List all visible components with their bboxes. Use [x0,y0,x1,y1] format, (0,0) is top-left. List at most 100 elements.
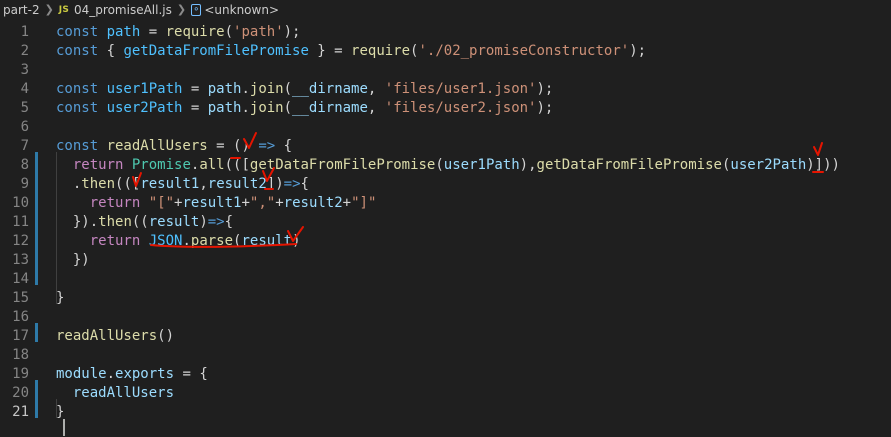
code-token: { [275,138,293,154]
line-number: 16 [12,309,29,325]
line-number: 6 [20,119,29,135]
line-number: 9 [20,176,29,192]
code-line[interactable]: 9 .then(([result1,result2])=>{ [0,175,891,194]
code-token: , [367,81,385,97]
code-token: } [56,404,65,420]
code-token: . [182,233,191,249]
code-token: path [207,81,242,97]
code-token: + [342,195,352,211]
code-line[interactable]: 16 [0,308,891,327]
code-line[interactable]: 4 const user1Path = path.join(__dirname, … [0,80,891,99]
code-editor[interactable]: 21} 20 readAllUsers 19 module.exports = {18… [0,19,891,437]
code-token: "[" [148,195,175,211]
code-token: JSON [148,233,183,249]
code-token: 'files/user2.json' [384,100,537,116]
code-token: result [148,214,200,230]
code-line[interactable]: 17 readAllUsers() [0,327,891,346]
line-number: 14 [12,271,29,287]
code-line[interactable]: 8 return Promise.all(([getDataFromFilePr… [0,156,891,175]
code-line[interactable]: 5 const user2Path = path.join(__dirname, … [0,99,891,118]
code-token: result [241,233,293,249]
code-text: module.exports = { [56,365,208,384]
code-token: join [249,81,284,97]
line-number: 8 [20,157,29,173]
code-token: readAllUsers [72,385,175,401]
code-token: readAllUsers [56,328,158,344]
code-token: ), [519,157,537,173]
code-text: return "["+result1+","+result2+"]" [56,194,377,213]
code-text: }).then((result)=>{ [56,213,233,232]
code-line[interactable]: 11 }).then((result)=>{ [0,213,891,232]
code-token: { [106,43,124,59]
code-token: module [56,366,107,382]
code-token: 'files/user1.json' [384,81,537,97]
code-token: )])) [806,157,840,173]
code-token: }) [56,252,90,268]
code-line[interactable]: 3 [0,61,891,80]
code-line[interactable]: 13 }) [0,251,891,270]
code-token: ( [283,81,293,97]
indent-guide [56,399,57,418]
code-token: const [56,43,107,59]
chevron-right-icon: ❯ [44,3,54,16]
code-line[interactable]: 14 [0,270,891,289]
code-token: all [199,157,225,173]
code-token: => [258,138,276,154]
code-token: const [56,138,107,154]
code-token: require [165,24,225,40]
code-token: { [224,214,234,230]
code-token: . [56,176,82,192]
code-line[interactable]: 6 [0,118,891,137]
code-token: readAllUsers [106,138,208,154]
code-token: user1Path [443,157,520,173]
code-token: } = [308,43,352,59]
code-token: getDataFromFilePromise [123,43,309,59]
code-token: }). [56,214,99,230]
code-token: ( [435,157,444,173]
code-token: ( [224,24,234,40]
code-text: readAllUsers() [56,327,174,346]
code-line[interactable]: 18 [0,346,891,365]
code-token: const [56,24,107,40]
code-text: return Promise.all(([getDataFromFileProm… [56,156,840,175]
code-token: ]) [266,176,284,192]
code-line[interactable]: 10 return "["+result1+","+result2+"]" [0,194,891,213]
code-token: const [56,81,107,97]
code-line[interactable]: 19 module.exports = { [0,365,891,384]
code-token: ); [283,24,301,40]
code-line[interactable]: 2 const { getDataFromFilePromise } = requ… [0,42,891,61]
line-number: 12 [12,233,29,249]
code-token: return [89,195,149,211]
code-token: = [140,24,166,40]
code-token: . [241,81,250,97]
code-token: join [249,100,284,116]
code-line[interactable]: 12 return JSON.parse(result) [0,232,891,251]
code-line[interactable]: 1 const path = require('path'); [0,23,891,42]
code-token: => [283,176,301,192]
code-token: return [89,233,149,249]
code-line[interactable]: 20 readAllUsers [0,384,891,403]
code-line[interactable]: 7 const readAllUsers = () => { [0,137,891,156]
modified-lines-indicator [35,323,38,342]
code-line[interactable]: 21} [0,403,891,422]
line-number: 17 [12,328,29,344]
code-token: , [199,176,208,192]
breadcrumb-symbol[interactable]: <unknown> [204,3,279,17]
breadcrumb-folder[interactable]: part-2 [3,3,40,17]
modified-lines-indicator [35,152,38,285]
code-token: ) [292,233,301,249]
code-line[interactable]: 15} [0,289,891,308]
line-number: 5 [20,100,29,116]
code-token: ); [629,43,647,59]
code-text: }) [56,251,90,270]
line-number: 19 [12,366,29,382]
breadcrumb-file[interactable]: 04_promiseAll.js [74,3,172,17]
code-token: result2 [207,176,267,192]
code-token: + [275,195,284,211]
line-number: 20 [12,385,29,401]
modified-lines-indicator [35,380,38,418]
code-token: , [367,100,385,116]
